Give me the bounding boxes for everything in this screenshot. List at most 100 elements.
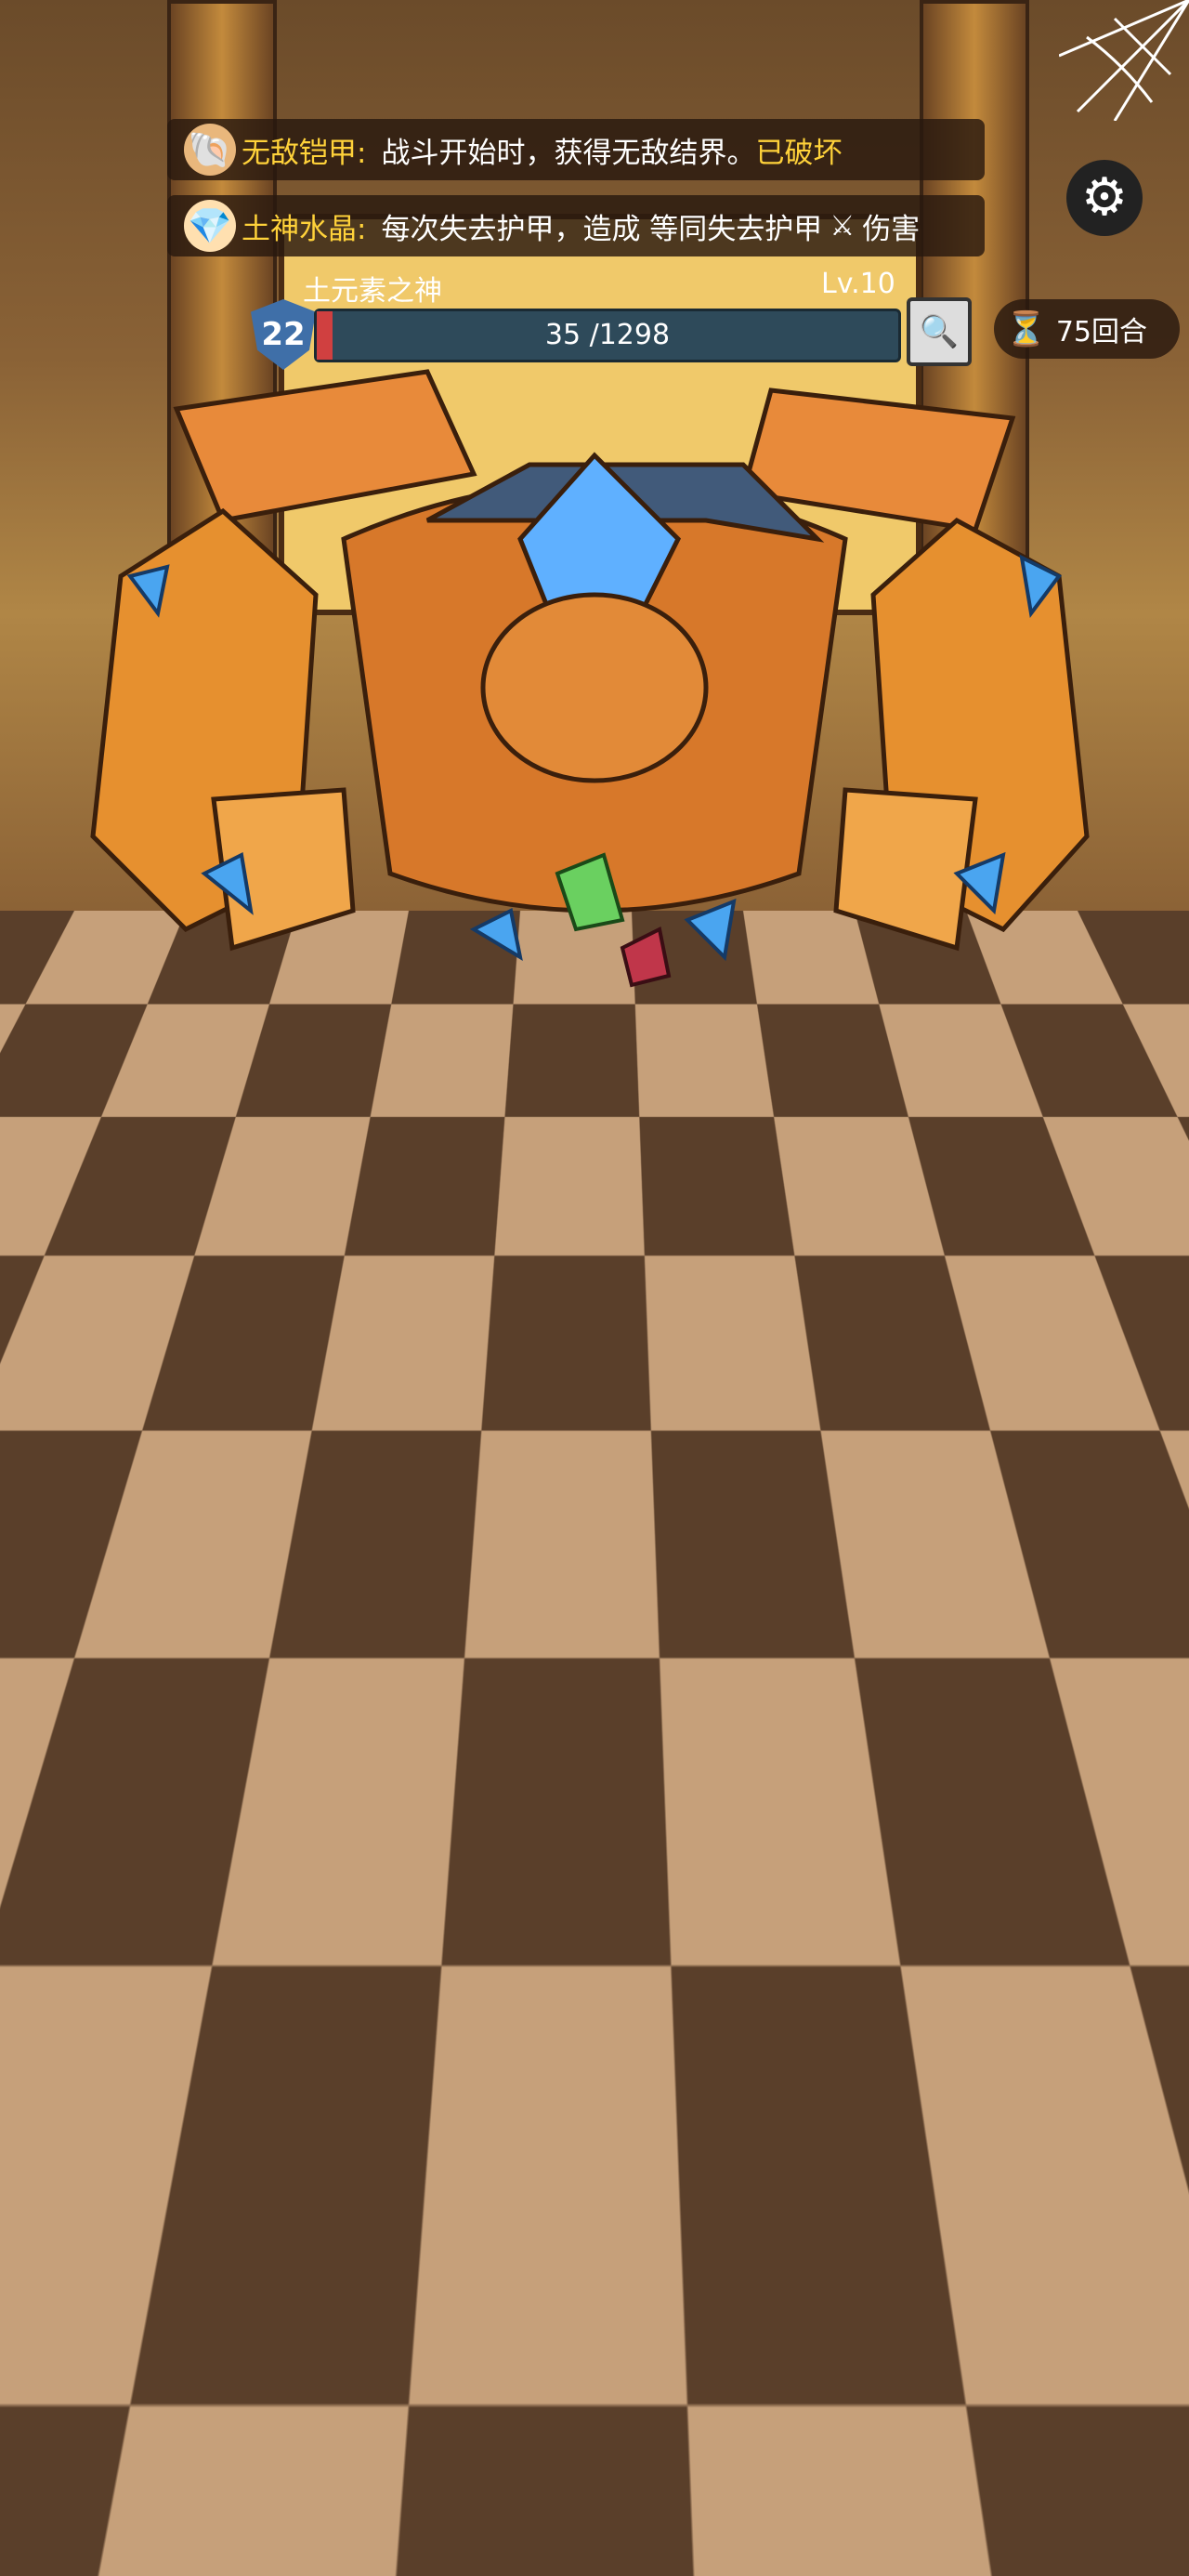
skill-card-rage-strike[interactable]: 狂怒打击 ••• 造成 12 伤害，获得 12 护甲，过载 [401,1680,793,2004]
yellow-diamond-icon [1004,1075,1064,1164]
skill-title: 地裂 [13,1684,398,1743]
desc-text: 虚弱 [273,1524,336,1556]
dice-input-slot[interactable] [216,1401,297,1481]
shield-icon [906,1873,925,1894]
desc-text: 造成 [53,1903,116,1935]
sweater-relic-icon[interactable]: 🧶 [872,2493,937,2555]
dice-input-slot[interactable] [1002,1766,1083,1846]
skill-description: 造成 6 伤害，✋1 虚弱 ，每次使用 ✋+1（当前47） [13,1522,398,1593]
skill-title: 巨石震 [13,1314,398,1373]
earth-rock-icon [465,1087,555,1152]
earth-icon [515,1895,538,1910]
glove-relic-icon[interactable]: 🧤 [1113,2493,1178,2555]
earth-icon [115,1913,138,1928]
tribal-mask-relic-icon[interactable]: 🎭 [698,2493,763,2555]
overload-keyword: 过载 [632,1920,686,1952]
dice-face-rock[interactable] [258,1043,412,1197]
skill-card-boulder-quake[interactable]: 巨石震 造成 6 伤害，✋1 虚弱 ，每次使用 ✋+1（当前47） [9,1310,401,1634]
crown-relic-icon[interactable]: 👑 [273,2493,338,2555]
desc-text: 伤害， [154,1903,245,1935]
boss-name: 土元素之神 [303,275,442,308]
dice-face-rock[interactable] [433,1043,587,1197]
buff-text: 每次失去护甲，造成 等同失去护甲 [381,212,823,246]
wreath-relic-icon[interactable]: 🟢 0 [1026,2493,1096,2556]
desc-text: 伤害，获得 [571,1885,724,1916]
skill-card-earth-rift[interactable]: 地裂 造成 6 伤害，✋1 虚弱 [9,1680,401,2004]
dice-input-slot[interactable] [899,1766,980,1846]
locked-slot-dots-icon[interactable]: ••• [558,1768,636,1846]
desc-text: 使用过1张 [850,1898,984,1929]
buff-earth-crystal: 💎 土神水晶: 每次失去护甲，造成 等同失去护甲 ⚔ 伤害 [167,195,985,256]
weak-icon: ✋ [244,1903,279,1935]
coin-count-badge: 4 [406,2533,431,2556]
damage-value: 12 [537,1885,572,1916]
earth-icon [94,1534,117,1549]
card-relic-icon[interactable]: 🃏 [535,2494,588,2555]
buff-text: 战斗开始时，获得无敌结界。 [381,136,756,170]
weak-value: 1 [256,1524,274,1556]
enemy-turn-button[interactable]: 敌方回合 [305,2176,888,2258]
buff-suffix: 伤害 [862,212,921,246]
crescent-moon-icon [642,1077,727,1163]
empty-dice-slot[interactable] [216,1769,297,1849]
mask-relic-icon[interactable]: 👹 [98,2493,163,2555]
compass-relic-icon[interactable]: 🧭 [785,2493,850,2555]
turn-counter: ⏳ 75回合 [994,299,1180,359]
boss-level: Lv.10 [821,268,895,300]
desc-text: 土系牌， [1005,1898,1114,1929]
earth-elemental-boss[interactable] [37,353,1152,1022]
desc-text: 护甲+2 [944,1929,1039,1961]
meat-relic-icon[interactable]: 🍖 [610,2493,675,2555]
dice-face-diamond[interactable] [957,1043,1111,1197]
desc-text: ，每次使用 [32,1559,176,1591]
heart-relic-icon[interactable]: ❤ [960,2494,1003,2555]
damage-value: 6 [116,1524,134,1556]
damage-value: 6 [137,1903,155,1935]
skill-body: 获得 6 护甲，回合内每 使用过1张 土系牌， 护甲+2 [799,1743,1183,2000]
dice-face-rock[interactable] [782,1043,936,1197]
desc-text: 造成 [452,1885,516,1916]
skill-card-stone-curse[interactable]: 石凝咒 获得 6 护甲，回合内每 使用过1张 土系牌， 护甲+2 [795,1680,1187,2004]
teapot-relic-icon[interactable]: 🫖 [186,2493,251,2555]
coin-relic-icon[interactable]: 🪙 4 [360,2493,431,2556]
desc-text: 护甲， [542,1920,633,1952]
horn-relic-icon[interactable]: 📯 [448,2493,513,2555]
player-portrait-avatar[interactable] [0,2230,279,2509]
dice-face-moon[interactable] [608,1043,762,1197]
weak-icon: ✋ [175,1559,209,1591]
locked-item-slot-lock-icon[interactable]: 🔒 [635,2334,801,2463]
desc-text: 造成 [32,1524,95,1556]
desc-text: 伤害， [133,1524,223,1556]
settings-gear-icon[interactable]: ⚙ [1066,160,1143,236]
leaf-relic-icon[interactable]: 🌿 [11,2493,76,2555]
skill-slots [799,1766,1183,1846]
empty-dice-slot[interactable] [113,1769,194,1849]
desc-text: 护甲，回合内每 [941,1866,1139,1898]
weak-value: 1 [278,1903,295,1935]
burst-item-slot-icon[interactable]: ✺ [816,2334,981,2463]
skill-body: 造成 6 伤害，✋1 虚弱 ，每次使用 ✋+1（当前47） [13,1373,398,1630]
buff-status: 已破坏 [755,136,843,170]
armor-value: 6 [924,1866,942,1898]
skill-description: 造成 12 伤害，获得 12 护甲，过载 [405,1883,790,1953]
desc-text: 虚弱 [294,1903,358,1935]
reroll-dice-button-dice-icon[interactable]: 🎲 [1005,2303,1154,2461]
earth-rock-icon [815,1087,904,1152]
skill-slots [13,1769,398,1849]
crystal-flower-icon: 💎 [184,200,236,252]
earth-icon [983,1908,1006,1923]
shield-icon [1113,1905,1132,1925]
dice-face-rock[interactable] [84,1043,238,1197]
skill-body: ••• 造成 12 伤害，获得 12 护甲，过载 [405,1743,790,2000]
skill-slots [13,1401,398,1481]
buff-name: 土神水晶: [242,212,367,246]
hourglass-icon: ⏳ [1005,310,1047,348]
shield-icon [723,1892,742,1912]
relic-inventory-row: 🌿 👹 🫖 👑 🪙 4 📯 🃏 🍖 🎭 🧭 🧶 ❤ 🟢 0 🧤 [0,2472,1189,2576]
dice-input-slot[interactable] [113,1401,194,1481]
player-exp-bar: 0/40 [223,2398,611,2461]
skill-body: 造成 6 伤害，✋1 虚弱 [13,1743,398,2000]
earth-rock-icon [291,1087,380,1152]
skill-title: 石凝咒 [799,1684,1183,1743]
sword-icon: ⚔ [830,209,856,243]
